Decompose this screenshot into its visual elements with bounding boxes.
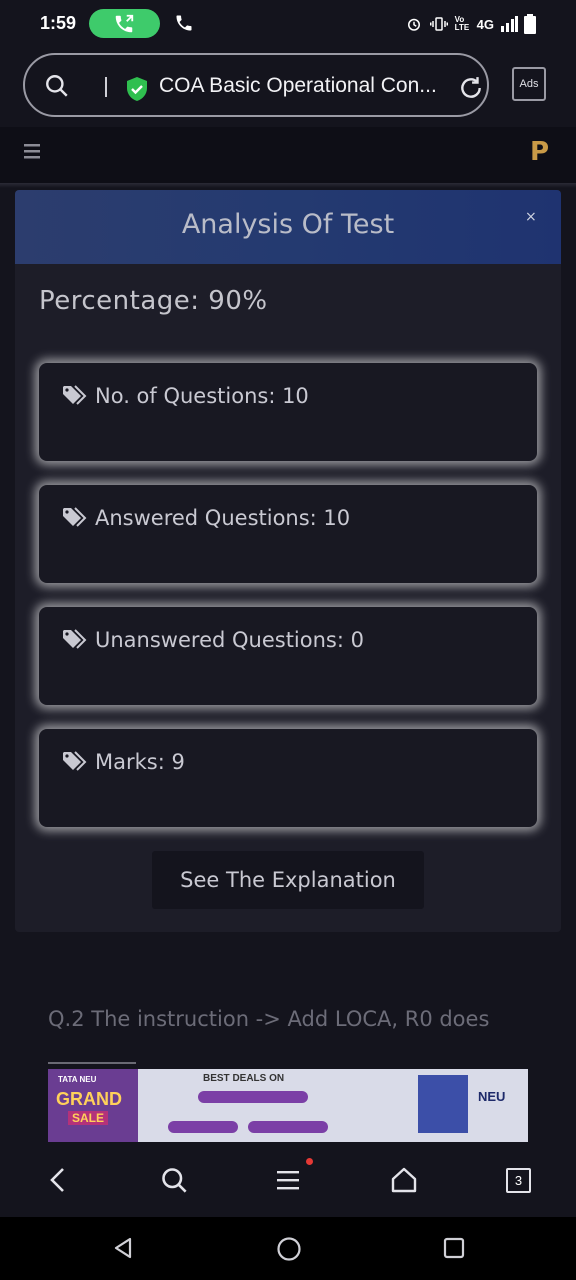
percentage-score: Percentage: 90%: [39, 286, 268, 316]
ad-banner[interactable]: TATA NEU GRAND SALE BEST DEALS ON NEU: [48, 1069, 528, 1142]
stat-card-marks: Marks: 9: [39, 729, 537, 827]
ad-chip: [198, 1091, 308, 1103]
close-button[interactable]: ×: [525, 209, 537, 225]
tag-icon: [63, 751, 87, 771]
ad-sale-block: TATA NEU GRAND SALE: [48, 1069, 138, 1142]
stat-marks-text: Marks: 9: [95, 750, 185, 774]
ad-neu-logo: NEU: [478, 1089, 506, 1104]
status-bar: 1:59 Vo LTE 4G: [0, 0, 576, 48]
menu-icon[interactable]: [276, 1166, 302, 1194]
status-icons: Vo LTE 4G: [405, 12, 536, 36]
stat-questions-text: No. of Questions: 10: [95, 384, 309, 408]
vibrate-icon: [429, 17, 448, 31]
signal-icon: [501, 16, 518, 32]
secure-shield-icon: [127, 77, 147, 101]
home-icon[interactable]: [390, 1166, 418, 1194]
ad-chip: [168, 1121, 238, 1133]
question-text: Q.2 The instruction -> Add LOCA, R0 does: [48, 1007, 490, 1031]
tag-icon: [63, 385, 87, 405]
ad-chip: [248, 1121, 328, 1133]
phone-icon: [176, 15, 192, 31]
reload-icon[interactable]: [458, 75, 484, 101]
stat-card-unanswered: Unanswered Questions: 0: [39, 607, 537, 705]
site-header: P: [0, 127, 576, 183]
battery-icon: [524, 14, 536, 34]
back-arrow-icon[interactable]: [47, 1166, 71, 1194]
site-logo[interactable]: P: [530, 137, 549, 167]
volte-indicator: Vo LTE: [454, 15, 470, 32]
address-bar[interactable]: COA Basic Operational Con...: [23, 53, 489, 117]
url-text[interactable]: COA Basic Operational Con...: [159, 74, 437, 98]
see-explanation-button[interactable]: See The Explanation: [152, 851, 424, 909]
ad-product-image: [418, 1075, 468, 1133]
header-divider: [0, 183, 576, 188]
android-navigation-bar: [0, 1217, 576, 1280]
modal-header: Analysis Of Test ×: [15, 190, 561, 264]
address-divider: [105, 77, 107, 97]
status-time: 1:59: [40, 13, 77, 33]
stat-card-questions: No. of Questions: 10: [39, 363, 537, 461]
android-home-icon[interactable]: [276, 1236, 302, 1262]
stat-unanswered-text: Unanswered Questions: 0: [95, 628, 364, 652]
tabs-count-button[interactable]: 3: [506, 1168, 531, 1193]
search-icon[interactable]: [44, 73, 70, 99]
ad-sale-text: SALE: [68, 1111, 109, 1125]
phone-call-icon: [115, 14, 134, 33]
stat-card-answered: Answered Questions: 10: [39, 485, 537, 583]
question-underline: [48, 1062, 136, 1064]
ad-grand-text: GRAND: [56, 1089, 122, 1109]
tag-icon: [63, 507, 87, 527]
tag-icon: [63, 629, 87, 649]
android-back-icon[interactable]: [112, 1236, 136, 1260]
ad-brand: TATA NEU: [58, 1075, 97, 1084]
search-icon[interactable]: [160, 1166, 188, 1194]
ongoing-call-pill[interactable]: [89, 9, 160, 38]
network-type: 4G: [476, 16, 494, 32]
modal-title: Analysis Of Test: [181, 209, 395, 240]
stat-answered-text: Answered Questions: 10: [95, 506, 351, 530]
browser-toolbar: 3: [0, 1143, 576, 1217]
ads-button[interactable]: Ads: [512, 67, 546, 101]
notification-dot: [306, 1158, 313, 1165]
alarm-icon: [407, 18, 420, 31]
ad-deals-text: BEST DEALS ON: [203, 1073, 285, 1084]
test-analysis-modal: Analysis Of Test × Percentage: 90% No. o…: [15, 190, 561, 932]
android-recents-icon[interactable]: [442, 1236, 466, 1260]
hamburger-menu-icon[interactable]: [24, 141, 42, 161]
